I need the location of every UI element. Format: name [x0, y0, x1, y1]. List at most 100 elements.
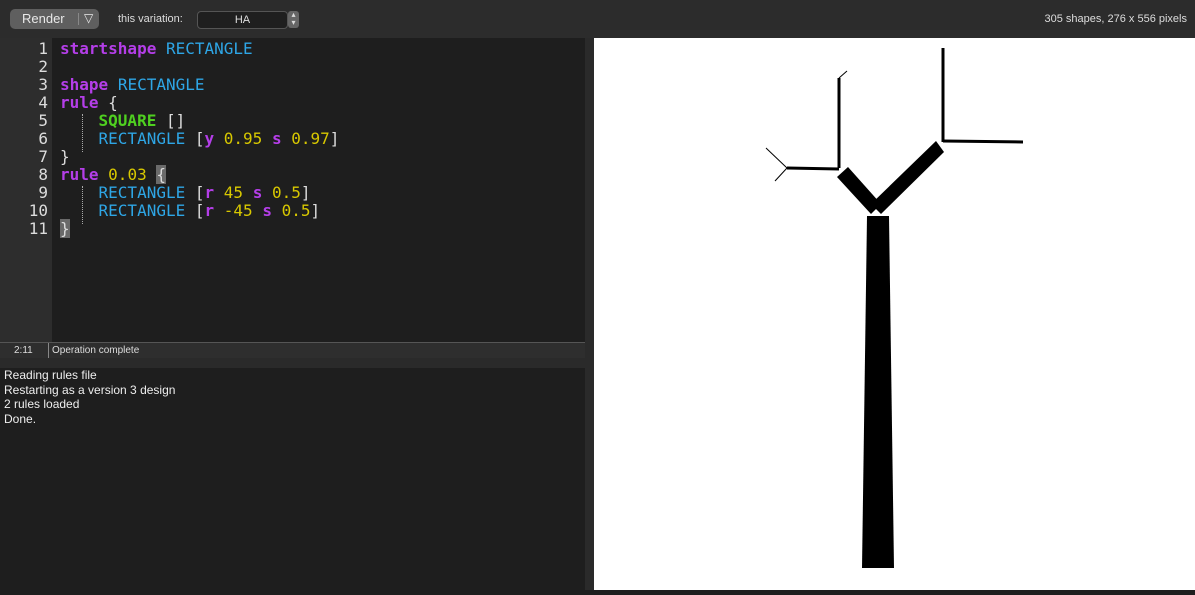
console-line: Reading rules file — [4, 368, 97, 382]
line-number: 8 — [38, 165, 48, 184]
code-token: SQUARE — [98, 111, 157, 130]
code-line[interactable]: SQUARE [] — [60, 111, 186, 130]
code-token: ] — [310, 201, 321, 220]
line-number: 1 — [38, 39, 48, 58]
divider — [78, 13, 79, 25]
variation-input[interactable]: HA — [197, 11, 288, 29]
code-token: s — [252, 183, 263, 202]
render-stats: 305 shapes, 276 x 556 pixels — [1044, 13, 1188, 25]
code-token: s — [262, 201, 272, 220]
vertical-splitter[interactable] — [585, 38, 594, 590]
console-line: Restarting as a version 3 design — [4, 382, 176, 397]
code-editor[interactable]: startshape RECTANGLE shape RECTANGLE rule … — [52, 38, 585, 342]
code-token: y — [204, 129, 215, 148]
code-line[interactable]: } — [60, 219, 70, 238]
code-token: RECTANGLE — [165, 39, 253, 58]
line-number-gutter: 1 2 3 4 5 6 7 8 9 10 11 — [0, 38, 52, 342]
code-token: shape — [60, 75, 109, 94]
tree-twig — [838, 70, 848, 79]
code-token: 0.03 — [108, 165, 147, 184]
tree-branch-right — [871, 141, 944, 214]
status-message: Operation complete — [52, 345, 140, 356]
cursor-position: 2:11 — [14, 345, 33, 356]
tree-twig — [774, 167, 788, 182]
tree-trunk — [862, 216, 894, 568]
code-token: { — [98, 93, 118, 112]
render-menu-icon[interactable]: ▽ — [84, 11, 93, 25]
line-number: 5 — [38, 111, 48, 130]
code-token: 0.5 — [281, 201, 311, 220]
code-token: [] — [156, 111, 186, 130]
tree-twig — [942, 139, 1024, 144]
line-number: 11 — [28, 219, 48, 238]
code-token: r — [204, 183, 215, 202]
divider — [48, 343, 49, 359]
code-token: ] — [300, 183, 311, 202]
code-token: [ — [185, 183, 205, 202]
console-line: Done. — [4, 411, 37, 426]
code-token: RECTANGLE — [117, 75, 205, 94]
line-number: 6 — [38, 129, 48, 148]
code-line[interactable]: startshape RECTANGLE — [60, 39, 253, 58]
toolbar: Render ▽ this variation: HA ▴ ▾ 305 shape… — [0, 0, 1195, 38]
code-token: rule — [60, 93, 99, 112]
tree-twig — [765, 147, 788, 169]
code-token: 0.95 — [223, 129, 263, 148]
console-output: Reading rules file Restarting as a versio… — [0, 368, 585, 590]
line-number: 2 — [38, 57, 48, 76]
code-token: ] — [329, 129, 340, 148]
code-line[interactable]: RECTANGLE [r 45 s 0.5] — [60, 183, 311, 202]
line-number: 10 — [28, 201, 48, 220]
tree-twig — [786, 166, 840, 171]
code-token: [ — [185, 129, 205, 148]
code-token: } — [60, 219, 70, 238]
render-button[interactable]: Render ▽ — [10, 9, 99, 29]
code-token: RECTANGLE — [98, 183, 186, 202]
render-label: Render — [22, 11, 65, 26]
line-number: 3 — [38, 75, 48, 94]
line-number: 7 — [38, 147, 48, 166]
code-token: [ — [185, 201, 205, 220]
code-token: 45 — [223, 183, 244, 202]
code-token: 0.5 — [271, 183, 301, 202]
code-token: RECTANGLE — [98, 201, 186, 220]
code-token: rule — [60, 165, 99, 184]
rendered-tree — [765, 48, 1024, 568]
code-line[interactable]: shape RECTANGLE — [60, 75, 205, 94]
code-token: RECTANGLE — [98, 129, 186, 148]
code-line[interactable]: rule 0.03 { — [60, 165, 166, 184]
code-token: 0.97 — [291, 129, 330, 148]
code-token: s — [271, 129, 282, 148]
code-line[interactable]: RECTANGLE [y 0.95 s 0.97] — [60, 129, 340, 148]
code-token: } — [60, 147, 70, 166]
code-line[interactable]: RECTANGLE [r -45 s 0.5] — [60, 201, 321, 220]
code-line[interactable]: rule { — [60, 93, 118, 112]
code-line[interactable]: } — [60, 147, 70, 166]
status-bar: 2:11 Operation complete — [0, 342, 585, 359]
code-token: -45 — [223, 201, 253, 220]
code-token: startshape — [60, 39, 157, 58]
variation-stepper-icon[interactable]: ▴ ▾ — [288, 11, 299, 28]
render-canvas — [594, 38, 1195, 590]
console-line: 2 rules loaded — [4, 397, 80, 411]
line-number: 9 — [38, 183, 48, 202]
variation-label: this variation: — [118, 13, 183, 25]
code-token: { — [156, 165, 166, 184]
